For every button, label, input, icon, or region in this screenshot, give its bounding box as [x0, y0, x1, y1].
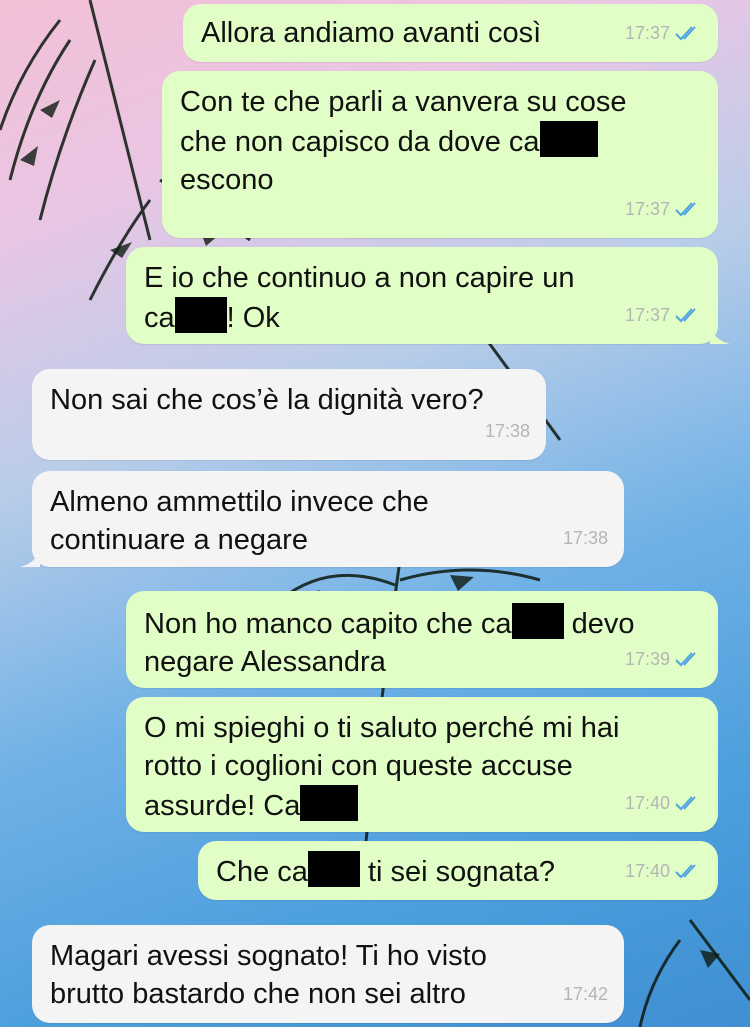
message-bubble-outgoing[interactable]: Non ho manco capito che ca devo negare A…: [126, 591, 718, 688]
message-text: O mi spieghi o ti saluto perché mi hai r…: [144, 712, 620, 822]
double-check-read-icon: [675, 864, 696, 879]
message-meta: 17:37: [625, 190, 702, 228]
message-time: 17:38: [562, 528, 608, 548]
redaction-block: [300, 785, 359, 821]
chat-thread[interactable]: Allora andiamo avanti così 17:37 Con te …: [0, 0, 750, 1027]
message-text: Non sai che cos’è la dignità vero?: [50, 384, 484, 416]
message-text: Magari avessi sognato! Ti ho visto brutt…: [50, 940, 487, 1010]
double-check-read-icon: [675, 308, 696, 323]
message-time: 17:40: [624, 861, 670, 881]
message-text-segment: Non sai che cos’è la dignità vero?: [50, 384, 484, 416]
redaction-block: [539, 121, 598, 157]
message-text-segment: Magari avessi sognato! Ti ho visto brutt…: [50, 940, 487, 1010]
message-time: 17:37: [624, 199, 670, 219]
message-text: Allora andiamo avanti così: [201, 17, 541, 49]
message-meta: 17:40: [625, 784, 702, 822]
double-check-read-icon: [675, 26, 696, 41]
redaction-block: [307, 851, 360, 887]
message-bubble-outgoing[interactable]: Che ca ti sei sognata? 17:40: [198, 841, 718, 900]
message-time: 17:37: [624, 23, 670, 43]
message-meta: 17:38: [485, 412, 530, 450]
message-meta: 17:39: [625, 640, 702, 678]
message-time: 17:42: [562, 984, 608, 1004]
double-check-read-icon: [675, 652, 696, 667]
redaction-block: [174, 297, 227, 333]
redaction-block: [511, 603, 564, 639]
message-bubble-outgoing[interactable]: E io che continuo a non capire un ca! Ok…: [126, 247, 730, 344]
message-text-segment: Almeno ammettilo invece che continuare a…: [50, 486, 429, 556]
message-text: Che ca ti sei sognata?: [216, 851, 555, 888]
message-time: 17:39: [624, 649, 670, 669]
message-text: E io che continuo a non capire un ca! Ok: [144, 262, 574, 334]
message-meta: 17:42: [563, 975, 608, 1013]
message-time: 17:40: [624, 793, 670, 813]
message-text-segment: Non ho manco capito che ca: [144, 608, 512, 640]
message-bubble-outgoing[interactable]: Allora andiamo avanti così 17:37: [183, 4, 718, 62]
message-bubble-outgoing[interactable]: Con te che parli a vanvera su cose che n…: [162, 71, 718, 238]
double-check-read-icon: [675, 796, 696, 811]
message-text-segment: O mi spieghi o ti saluto perché mi hai r…: [144, 712, 620, 822]
message-text-segment: ! Ok: [226, 302, 280, 334]
message-text: Non ho manco capito che ca devo negare A…: [144, 603, 635, 678]
message-meta: 17:37: [625, 296, 702, 334]
message-text-segment: ti sei sognata?: [359, 856, 555, 888]
message-text: Almeno ammettilo invece che continuare a…: [50, 486, 429, 556]
message-meta: 17:40: [625, 852, 702, 890]
message-text-segment: Allora andiamo avanti così: [201, 17, 542, 49]
message-time: 17:38: [484, 421, 530, 441]
message-bubble-incoming[interactable]: Non sai che cos’è la dignità vero? 17:38: [32, 369, 546, 460]
message-meta: 17:37: [625, 14, 702, 52]
message-meta: 17:38: [563, 519, 608, 557]
double-check-read-icon: [675, 202, 696, 217]
bubble-tail: [20, 549, 40, 567]
message-bubble-outgoing[interactable]: O mi spieghi o ti saluto perché mi hai r…: [126, 697, 718, 832]
message-bubble-incoming[interactable]: Magari avessi sognato! Ti ho visto brutt…: [32, 925, 624, 1023]
message-text-segment: Che ca: [216, 856, 308, 888]
message-text-segment: escono: [180, 164, 274, 196]
message-bubble-incoming[interactable]: Almeno ammettilo invece che continuare a…: [20, 471, 624, 567]
message-text: Con te che parli a vanvera su cose che n…: [180, 86, 627, 196]
message-time: 17:37: [624, 305, 670, 325]
bubble-tail: [710, 326, 730, 344]
